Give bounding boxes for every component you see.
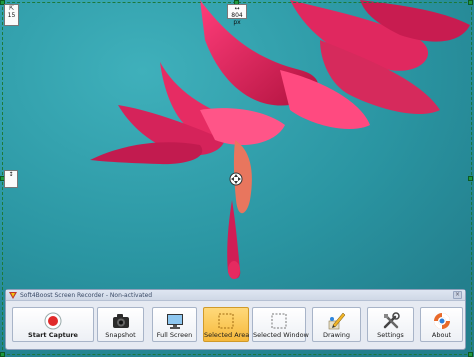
selected-area-button[interactable]: Selected Area bbox=[203, 307, 249, 342]
snapshot-button[interactable]: Snapshot bbox=[97, 307, 144, 342]
selection-height-label: ↕ bbox=[4, 170, 18, 188]
close-button[interactable]: × bbox=[453, 291, 462, 299]
selected-area-icon bbox=[218, 313, 234, 329]
drawing-label: Drawing bbox=[322, 331, 351, 339]
drawing-button[interactable]: Drawing bbox=[312, 307, 361, 342]
monitor-icon bbox=[166, 314, 183, 329]
move-cursor-icon bbox=[229, 172, 243, 186]
lifebuoy-icon bbox=[433, 313, 450, 329]
selected-window-button[interactable]: Selected Window bbox=[252, 307, 309, 342]
settings-label: Settings bbox=[377, 331, 404, 339]
full-screen-label: Full Screen bbox=[156, 331, 193, 339]
tools-icon bbox=[383, 312, 400, 329]
selected-area-label: Selected Area bbox=[204, 331, 250, 339]
full-screen-button[interactable]: Full Screen bbox=[152, 307, 197, 342]
vertical-arrow-icon: ↕ bbox=[8, 171, 14, 178]
window-icon bbox=[271, 313, 287, 329]
recorder-title: Soft4Boost Screen Recorder - Non-activat… bbox=[20, 291, 153, 299]
about-label: About bbox=[431, 331, 452, 339]
selection-handle-top-right[interactable] bbox=[468, 0, 473, 5]
settings-button[interactable]: Settings bbox=[367, 307, 414, 342]
about-button[interactable]: About bbox=[420, 307, 463, 342]
start-capture-label: Start Capture bbox=[28, 331, 78, 339]
start-capture-button[interactable]: Start Capture bbox=[12, 307, 94, 342]
selection-handle-middle-right[interactable] bbox=[468, 176, 473, 181]
selection-width-label: ↔ 804 px bbox=[227, 4, 247, 26]
corner-arrow-icon: ⇱ bbox=[8, 5, 15, 12]
snapshot-label: Snapshot bbox=[105, 331, 136, 339]
selection-handle-bottom-right[interactable] bbox=[468, 352, 473, 357]
app-logo-icon bbox=[9, 291, 17, 299]
screen-recorder-window: Soft4Boost Screen Recorder - Non-activat… bbox=[5, 289, 466, 350]
camera-icon bbox=[112, 314, 129, 328]
recorder-toolbar: Start Capture Snapshot Full Screen Selec… bbox=[10, 307, 463, 345]
selection-corner-label: ⇱ 15 bbox=[4, 4, 19, 26]
selected-window-label: Selected Window bbox=[253, 331, 309, 339]
drawing-icon bbox=[328, 312, 345, 330]
record-icon bbox=[44, 312, 62, 330]
horizontal-arrow-icon: ↔ bbox=[234, 5, 240, 12]
recorder-title-bar[interactable]: Soft4Boost Screen Recorder - Non-activat… bbox=[6, 290, 465, 301]
selection-handle-bottom-left[interactable] bbox=[0, 352, 5, 357]
